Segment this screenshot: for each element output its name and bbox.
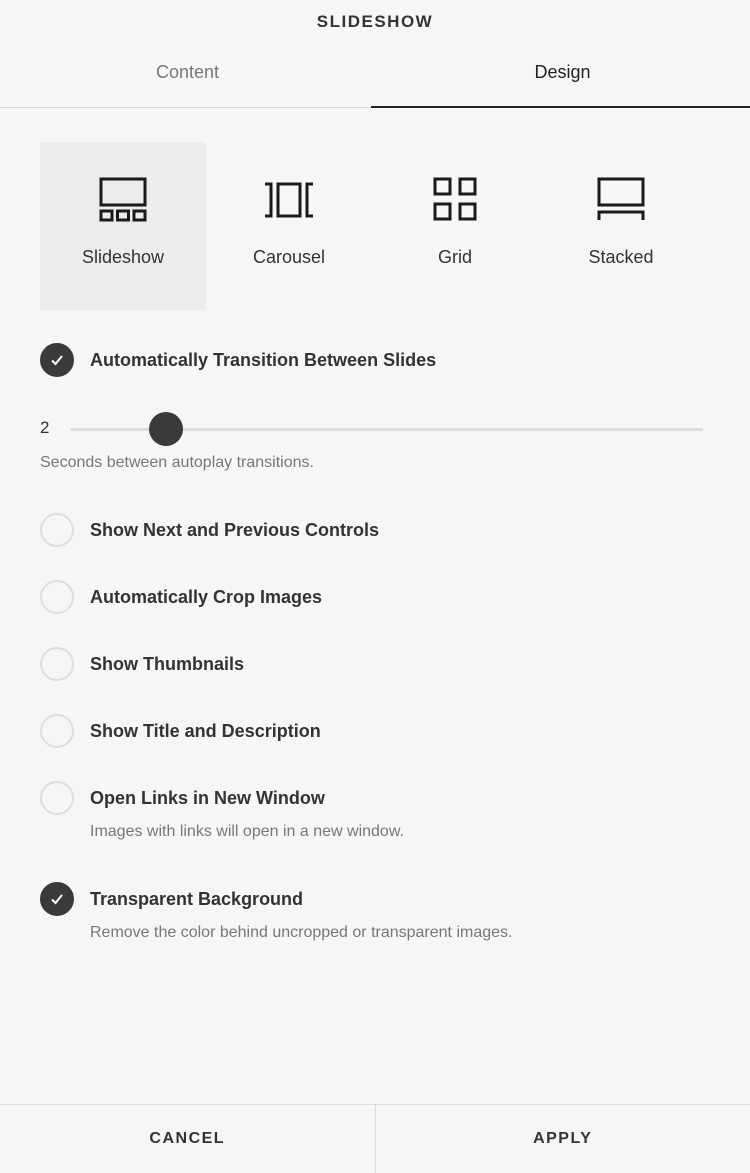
checkmark-icon bbox=[51, 355, 63, 366]
slider-value: 2 bbox=[40, 418, 50, 437]
slideshow-layout-icon bbox=[99, 177, 147, 222]
crop-images-checkbox[interactable] bbox=[40, 580, 74, 614]
next-prev-controls-checkbox[interactable] bbox=[40, 513, 74, 547]
title-description-checkbox[interactable] bbox=[40, 714, 74, 748]
open-links-helper-text: Images with links will open in a new win… bbox=[90, 823, 404, 840]
option-next-prev-controls: Show Next and Previous Controls bbox=[40, 513, 379, 547]
option-label: Show Title and Description bbox=[90, 720, 321, 741]
option-show-thumbnails: Show Thumbnails bbox=[40, 647, 244, 681]
cancel-button[interactable]: CANCEL bbox=[0, 1105, 376, 1173]
option-crop-images: Automatically Crop Images bbox=[40, 580, 322, 614]
carousel-layout-icon bbox=[265, 182, 313, 218]
option-transparent-background: Transparent Background bbox=[40, 882, 303, 916]
tab-design[interactable]: Design bbox=[375, 44, 750, 107]
tab-bar: Content Design bbox=[0, 44, 750, 108]
transparent-background-helper-text: Remove the color behind uncropped or tra… bbox=[90, 924, 513, 941]
autoplay-checkbox[interactable] bbox=[40, 343, 74, 377]
layout-label: Grid bbox=[437, 247, 472, 267]
layout-option-stacked[interactable]: Stacked bbox=[538, 142, 704, 310]
option-label: Show Thumbnails bbox=[90, 653, 245, 674]
layout-label: Carousel bbox=[252, 247, 326, 267]
option-label: Transparent Background bbox=[90, 888, 304, 909]
layout-label: Slideshow bbox=[81, 247, 165, 267]
tab-content[interactable]: Content bbox=[0, 44, 375, 107]
open-links-checkbox[interactable] bbox=[40, 781, 74, 815]
layout-label: Stacked bbox=[588, 247, 654, 267]
option-label: Open Links in New Window bbox=[90, 787, 325, 808]
option-open-links-new-window: Open Links in New Window bbox=[40, 781, 325, 815]
grid-layout-icon bbox=[433, 177, 477, 221]
checkmark-icon bbox=[51, 894, 63, 905]
layout-option-carousel[interactable]: Carousel bbox=[206, 142, 372, 310]
option-label: Show Next and Previous Controls bbox=[90, 519, 380, 540]
autoplay-slider: 2 bbox=[40, 412, 703, 446]
panel-header: SLIDESHOW bbox=[0, 0, 750, 44]
apply-button[interactable]: APPLY bbox=[376, 1105, 750, 1173]
layout-picker: Slideshow Carousel Grid Stacked bbox=[0, 142, 750, 310]
layout-option-slideshow[interactable]: Slideshow bbox=[40, 142, 206, 310]
slider-thumb[interactable] bbox=[149, 412, 183, 446]
show-thumbnails-checkbox[interactable] bbox=[40, 647, 74, 681]
layout-option-grid[interactable]: Grid bbox=[372, 142, 538, 310]
transparent-background-checkbox[interactable] bbox=[40, 882, 74, 916]
autoplay-helper-text: Seconds between autoplay transitions. bbox=[40, 454, 314, 471]
autoplay-option: Automatically Transition Between Slides bbox=[40, 343, 436, 377]
option-label: Automatically Crop Images bbox=[90, 586, 323, 607]
panel-title: SLIDESHOW bbox=[316, 12, 434, 31]
autoplay-label: Automatically Transition Between Slides bbox=[90, 349, 437, 370]
footer-actions: CANCEL APPLY bbox=[0, 1104, 750, 1173]
option-title-description: Show Title and Description bbox=[40, 714, 321, 748]
stacked-layout-icon bbox=[597, 177, 645, 220]
